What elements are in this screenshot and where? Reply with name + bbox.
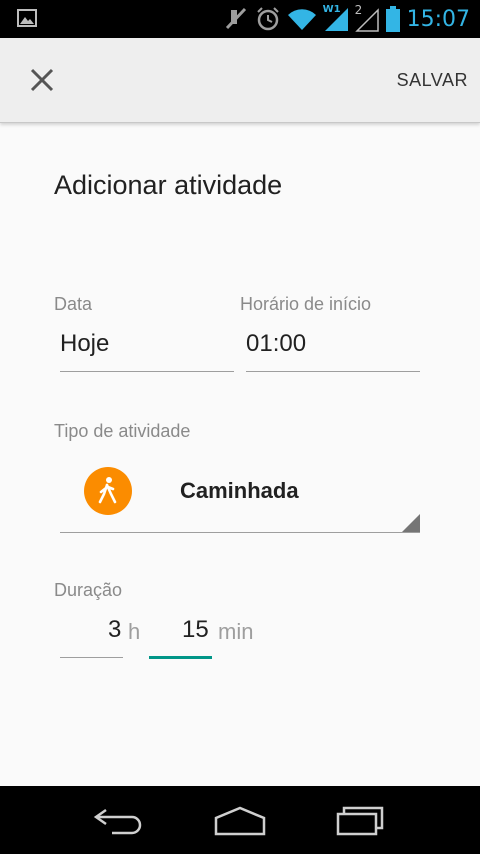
date-field[interactable]: Hoje — [60, 330, 109, 358]
date-label: Data — [54, 294, 93, 314]
mute-icon — [225, 7, 246, 30]
home-icon[interactable] — [212, 800, 268, 840]
app-bar: SALVAR — [0, 38, 480, 123]
duration-minutes-field[interactable]: 15 — [182, 616, 209, 644]
page-title: Adicionar atividade — [54, 170, 283, 200]
start-time-underline — [246, 371, 420, 372]
image-icon — [17, 9, 37, 27]
signal-2-icon: 2 — [355, 3, 379, 32]
wifi-icon — [287, 9, 316, 31]
minutes-underline-focused — [149, 656, 212, 659]
date-underline — [60, 371, 234, 372]
minutes-unit: min — [218, 619, 254, 644]
back-icon[interactable] — [92, 800, 148, 840]
navigation-bar — [0, 786, 480, 854]
dropdown-arrow-icon — [402, 514, 420, 532]
status-bar: W1 2 15:07 — [0, 0, 480, 38]
start-time-field[interactable]: 01:00 — [246, 330, 306, 358]
start-time-label: Horário de início — [240, 294, 372, 314]
activity-type-value[interactable]: Caminhada — [180, 478, 299, 504]
alarm-icon — [256, 7, 279, 31]
signal-1-icon: W1 — [323, 4, 349, 32]
activity-type-label: Tipo de atividade — [54, 421, 191, 441]
hours-underline — [60, 657, 123, 658]
duration-hours-field[interactable]: 3 — [108, 616, 121, 644]
walking-icon — [84, 467, 132, 515]
clock: 15:07 — [406, 6, 470, 32]
duration-label: Duração — [54, 580, 123, 600]
status-icons: W1 2 15:07 — [217, 3, 470, 34]
save-button[interactable]: SALVAR — [397, 70, 468, 91]
activity-type-underline — [60, 532, 420, 533]
battery-icon — [385, 6, 400, 32]
recent-apps-icon[interactable] — [334, 800, 390, 840]
close-icon[interactable] — [22, 60, 62, 100]
hours-unit: h — [128, 619, 141, 644]
